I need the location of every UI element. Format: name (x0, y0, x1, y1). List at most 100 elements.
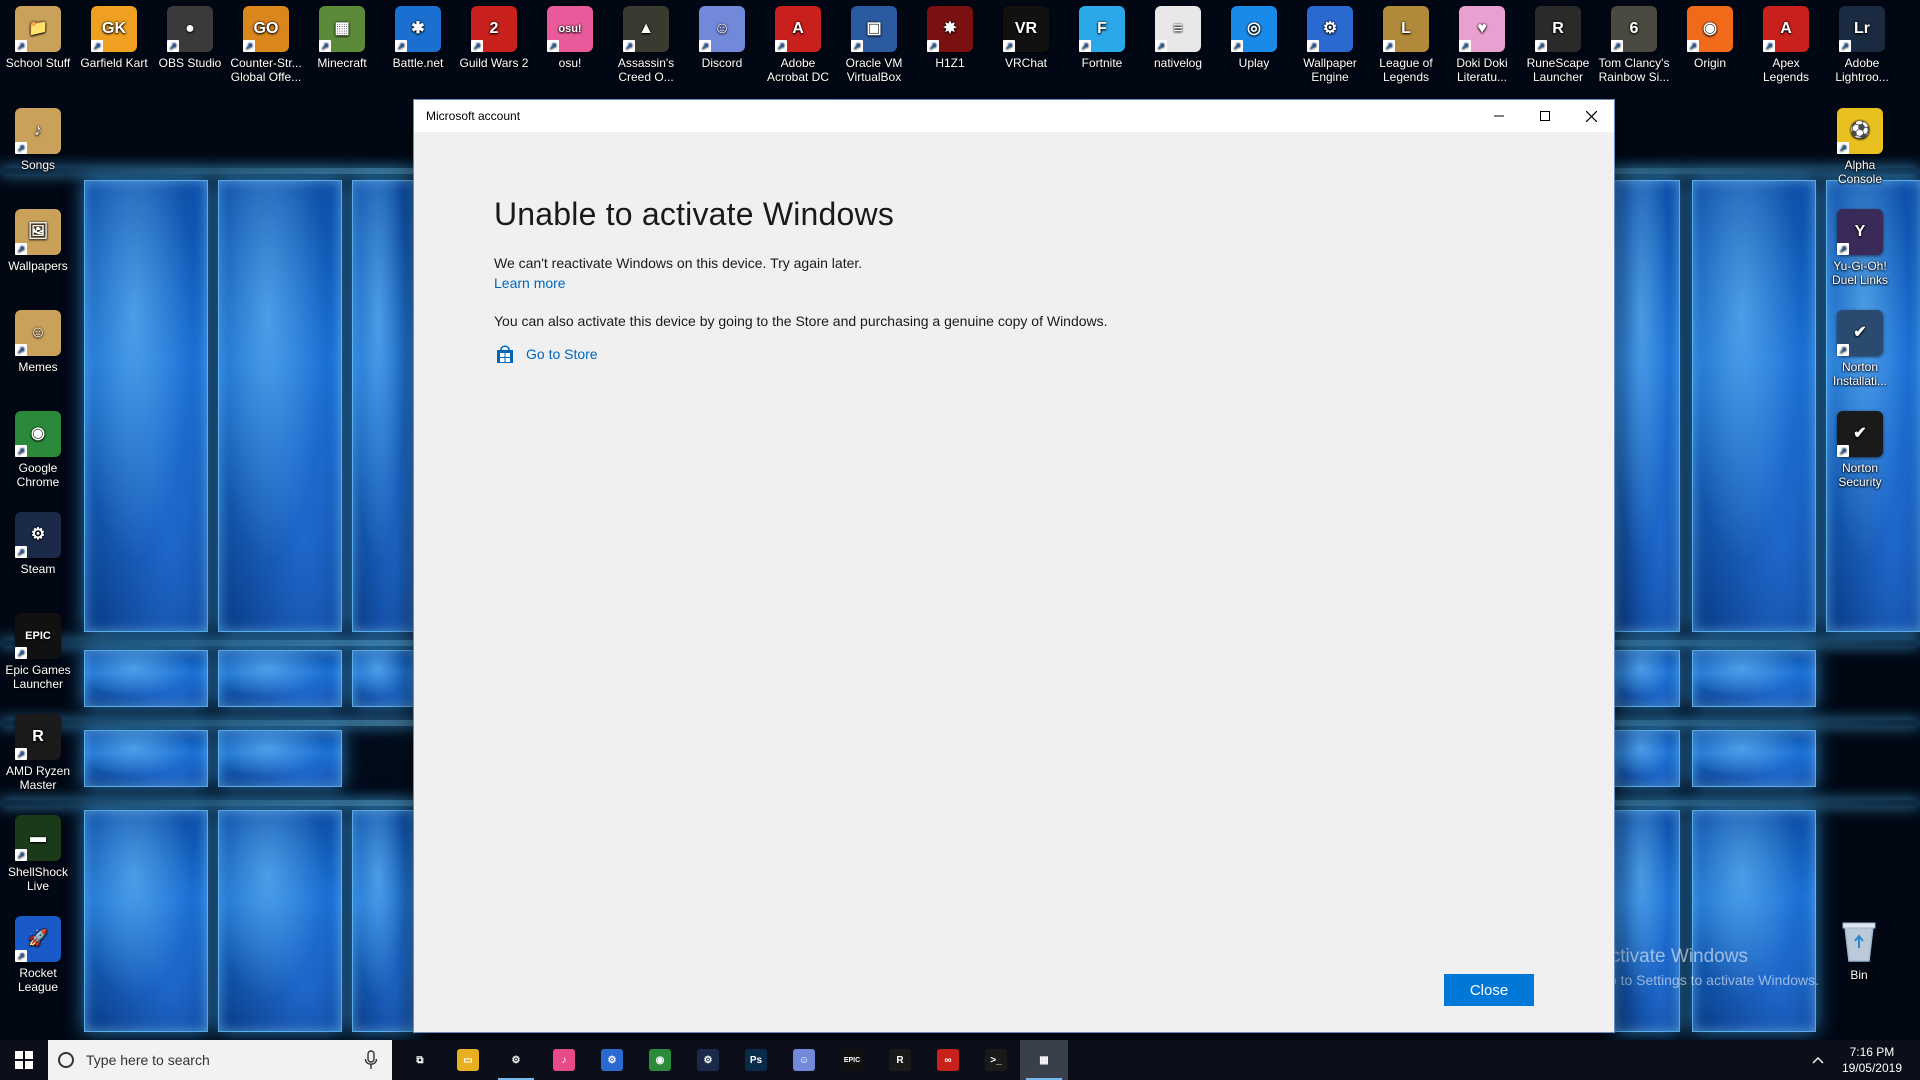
shortcut-arrow-icon: ↗ (1611, 40, 1623, 52)
shortcut-arrow-icon: ↗ (623, 40, 635, 52)
desktop-icon-label: VRChat (1004, 56, 1048, 70)
maximize-button[interactable] (1522, 100, 1568, 132)
desktop-icon-label: Rocket League (17, 966, 59, 994)
desktop-icon-label: ShellShock Live (7, 865, 69, 893)
window-titlebar[interactable]: Microsoft account (414, 100, 1614, 132)
desktop-icon-runescape-launcher[interactable]: R ↗ RuneScape Launcher (1520, 6, 1596, 84)
desktop-icon-apex-legends[interactable]: A ↗ Apex Legends (1748, 6, 1824, 84)
desktop-icon-rocket-league[interactable]: 🚀 ↗ Rocket League (0, 916, 76, 994)
desktop-icon-uplay[interactable]: ◎ ↗ Uplay (1216, 6, 1292, 70)
shortcut-arrow-icon: ↗ (1231, 40, 1243, 52)
taskbar-clock[interactable]: 7:16 PM 19/05/2019 (1842, 1044, 1902, 1076)
desktop-icon-label: Norton Security (1838, 461, 1882, 489)
minimize-button[interactable] (1476, 100, 1522, 132)
shortcut-arrow-icon: ↗ (15, 647, 27, 659)
icon-glyph: ✔ (1853, 425, 1867, 442)
desktop-icon-steam[interactable]: ⚙ ↗ Steam (0, 512, 76, 576)
desktop-icon-memes[interactable]: ☺ ↗ Memes (0, 310, 76, 374)
taskbar-terminal[interactable]: >_ (972, 1040, 1020, 1080)
desktop-icon-assassin-s-creed-o[interactable]: ▲ ↗ Assassin's Creed O... (608, 6, 684, 84)
desktop-icon-songs[interactable]: ♪ ↗ Songs (0, 108, 76, 172)
taskbar-settings[interactable]: ⚙ (492, 1040, 540, 1080)
icon-glyph: GO (253, 20, 279, 37)
learn-more-link[interactable]: Learn more (494, 275, 566, 291)
desktop-icon-oracle-vm-virtualbox[interactable]: ▣ ↗ Oracle VM VirtualBox (836, 6, 912, 84)
icon-glyph: A (1780, 20, 1792, 37)
desktop-icon-league-of-legends[interactable]: L ↗ League of Legends (1368, 6, 1444, 84)
taskbar-wallpaper-engine[interactable]: ⚙ (588, 1040, 636, 1080)
taskbar-steam[interactable]: ⚙ (684, 1040, 732, 1080)
desktop-icon-amd-ryzen-master[interactable]: R ↗ AMD Ryzen Master (0, 714, 76, 792)
desktop-icon-alpha-console[interactable]: ⚽ ↗ Alpha Console (1822, 108, 1898, 186)
taskbar-search-box[interactable]: Type here to search (48, 1040, 392, 1080)
counter-str-global-offe-icon: GO ↗ (243, 6, 289, 52)
desktop-icon-yu-gi-oh-duel-links[interactable]: Y ↗ Yu-Gi-Oh! Duel Links (1822, 209, 1898, 287)
desktop-icon-vrchat[interactable]: VR ↗ VRChat (988, 6, 1064, 70)
desktop-icon-wallpapers[interactable]: 🖼 ↗ Wallpapers (0, 209, 76, 273)
desktop-icon-recycle-bin[interactable]: Bin (1821, 918, 1897, 982)
window-close-button[interactable] (1568, 100, 1614, 132)
desktop-icon-obs-studio[interactable]: ● ↗ OBS Studio (152, 6, 228, 70)
icon-glyph: ▣ (866, 20, 882, 37)
watermark-title: Activate Windows (1598, 946, 1748, 967)
start-button[interactable] (0, 1040, 48, 1080)
taskbar-epic-games[interactable]: EPIC (828, 1040, 876, 1080)
taskbar-discord[interactable]: ☺ (780, 1040, 828, 1080)
desktop-icon-adobe-acrobat-dc[interactable]: A ↗ Adobe Acrobat DC (760, 6, 836, 84)
desktop-icon-shellshock-live[interactable]: ▬ ↗ ShellShock Live (0, 815, 76, 893)
taskbar-itunes[interactable]: ♪ (540, 1040, 588, 1080)
desktop-icon-guild-wars-2[interactable]: 2 ↗ Guild Wars 2 (456, 6, 532, 70)
go-to-store-link[interactable]: Go to Store (526, 346, 598, 362)
desktop-icon-doki-doki-literatu[interactable]: ♥ ↗ Doki Doki Literatu... (1444, 6, 1520, 84)
desktop-icon-minecraft[interactable]: ▦ ↗ Minecraft (304, 6, 380, 70)
desktop-icon-h1z1[interactable]: ✸ ↗ H1Z1 (912, 6, 988, 70)
amd-ryzen-master-icon: R ↗ (15, 714, 61, 760)
desktop-icon-tom-clancy-s-rainbow-si[interactable]: 6 ↗ Tom Clancy's Rainbow Si... (1596, 6, 1672, 84)
minecraft-icon: ▦ ↗ (319, 6, 365, 52)
taskbar-task-view[interactable]: ⧉ (396, 1040, 444, 1080)
taskbar-file-explorer[interactable]: ▭ (444, 1040, 492, 1080)
desktop-icon-osu[interactable]: osu! ↗ osu! (532, 6, 608, 70)
adobe-acrobat-dc-icon: A ↗ (775, 6, 821, 52)
icon-glyph: ⚙ (30, 526, 46, 543)
taskbar-chrome[interactable]: ◉ (636, 1040, 684, 1080)
shortcut-arrow-icon: ↗ (15, 950, 27, 962)
microphone-icon[interactable] (364, 1050, 378, 1070)
shortcut-arrow-icon: ↗ (15, 142, 27, 154)
desktop-icon-nativelog[interactable]: ≡ ↗ nativelog (1140, 6, 1216, 70)
desktop-icon-google-chrome[interactable]: ◉ ↗ Google Chrome (0, 411, 76, 489)
desktop-icon-epic-games-launcher[interactable]: EPIC ↗ Epic Games Launcher (0, 613, 76, 691)
desktop-icon-adobe-lightroo[interactable]: Lr ↗ Adobe Lightroo... (1824, 6, 1900, 84)
desktop-icon-label: Google Chrome (16, 461, 60, 489)
desktop-icon-norton-installati[interactable]: ✔ ↗ Norton Installati... (1822, 310, 1898, 388)
taskbar-creative-cloud[interactable]: ∞ (924, 1040, 972, 1080)
icon-glyph: ☺ (713, 20, 731, 37)
desktop-icon-origin[interactable]: ◉ ↗ Origin (1672, 6, 1748, 70)
icon-glyph: GK (102, 20, 126, 37)
memes-icon: ☺ ↗ (15, 310, 61, 356)
desktop-icon-discord[interactable]: ☺ ↗ Discord (684, 6, 760, 70)
chevron-up-icon[interactable] (1812, 1056, 1824, 1064)
desktop-icon-school-stuff[interactable]: 📁 ↗ School Stuff (0, 6, 76, 70)
clock-date: 19/05/2019 (1841, 1061, 1902, 1075)
desktop-icon-label: H1Z1 (935, 56, 965, 70)
desktop-icon-garfield-kart[interactable]: GK ↗ Garfield Kart (76, 6, 152, 70)
go-to-store-link-row[interactable]: Go to Store (494, 343, 1108, 365)
close-button[interactable]: Close (1444, 974, 1534, 1006)
desktop-icon-norton-security[interactable]: ✔ ↗ Norton Security (1822, 411, 1898, 489)
desktop-icon-label: Epic Games Launcher (5, 663, 71, 691)
desktop-icon-wallpaper-engine[interactable]: ⚙ ↗ Wallpaper Engine (1292, 6, 1368, 84)
shortcut-arrow-icon: ↗ (1837, 344, 1849, 356)
desktop-icon-counter-str-global-offe[interactable]: GO ↗ Counter-Str... Global Offe... (228, 6, 304, 84)
ryzen-master-icon: R (889, 1049, 911, 1071)
icon-glyph: ♪ (34, 122, 42, 139)
desktop-icon-battle-net[interactable]: ✱ ↗ Battle.net (380, 6, 456, 70)
taskbar-ryzen-master[interactable]: R (876, 1040, 924, 1080)
desktop-icon-label: AMD Ryzen Master (5, 764, 70, 792)
desktop-icon-fortnite[interactable]: F ↗ Fortnite (1064, 6, 1140, 70)
recycle-bin-icon (1836, 918, 1882, 964)
icon-glyph: 2 (489, 20, 499, 37)
taskbar-microsoft-store[interactable]: ▦ (1020, 1040, 1068, 1080)
show-desktop-button[interactable] (1916, 1040, 1920, 1080)
taskbar-photoshop[interactable]: Ps (732, 1040, 780, 1080)
